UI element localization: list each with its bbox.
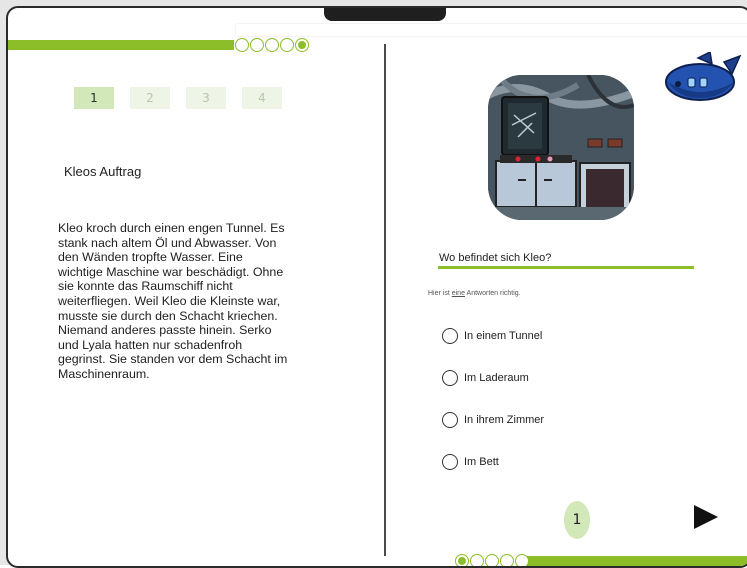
story-line: Maschinenraum.	[58, 366, 150, 381]
tab-page-2[interactable]: 2	[130, 87, 170, 109]
progress-dot	[251, 39, 263, 51]
radio-button[interactable]	[442, 370, 458, 386]
radio-button[interactable]	[442, 328, 458, 344]
story-line: gegrinst. Sie standen vor dem Schacht im	[58, 352, 288, 367]
page-tabs: 1 2 3 4	[74, 87, 282, 109]
panel-divider	[384, 44, 386, 556]
progress-dot	[266, 39, 278, 51]
story-line: Niemand anderes passte hinein. Serko	[58, 323, 272, 338]
story-line: weiterfliegen. Weil Kleo die Kleinste wa…	[58, 293, 281, 308]
answer-label: Im Laderaum	[464, 372, 529, 384]
engine-room-illustration	[488, 75, 634, 220]
question-underline	[438, 266, 694, 269]
hint-text-end: Antworten richtig.	[464, 290, 521, 297]
tab-page-3[interactable]: 3	[186, 87, 226, 109]
page-number-badge: 1	[564, 501, 590, 539]
answer-label: Im Bett	[464, 456, 499, 468]
progress-dot	[281, 39, 293, 51]
play-triangle-icon[interactable]	[694, 505, 718, 529]
answer-label: In einem Tunnel	[464, 330, 543, 342]
progress-dot	[236, 39, 248, 51]
hint-text: Hier ist	[428, 290, 452, 297]
story-line: musste sie durch den Schacht kriechen.	[58, 308, 278, 323]
bottom-progress-dots	[456, 555, 528, 566]
story-line: den Wänden tropfte Wasser. Eine	[58, 250, 243, 265]
answer-label: In ihrem Zimmer	[464, 414, 545, 426]
answer-hint: Hier ist eine Antworten richtig.	[428, 290, 521, 297]
progress-dot	[456, 555, 468, 566]
tab-page-1[interactable]: 1	[74, 87, 114, 109]
hint-emphasis: eine	[451, 290, 465, 297]
progress-dot	[471, 555, 483, 566]
story-line: stank nach altem Öl und Abwasser. Von	[58, 235, 277, 250]
answer-option-2[interactable]: Im Laderaum	[442, 370, 529, 386]
engine-room-image	[488, 75, 634, 220]
device-notch	[324, 8, 446, 21]
top-progress-bar	[8, 40, 234, 50]
top-strip	[236, 24, 747, 36]
story-line: sie konnte das Raumschiff nicht	[58, 279, 233, 294]
answer-option-4[interactable]: Im Bett	[442, 454, 499, 470]
spaceship-icon	[662, 50, 742, 104]
story-line: Kleo kroch durch einen engen Tunnel. Es	[58, 221, 285, 235]
story-title: Kleos Auftrag	[64, 164, 142, 179]
progress-dot	[296, 39, 308, 51]
top-progress-dots	[236, 39, 308, 51]
tab-page-4[interactable]: 4	[242, 87, 282, 109]
radio-button[interactable]	[442, 454, 458, 470]
progress-dot	[516, 555, 528, 566]
answer-option-1[interactable]: In einem Tunnel	[442, 328, 542, 344]
radio-button[interactable]	[442, 412, 458, 428]
story-line: und Lyala hatten nur schadenfroh	[58, 337, 243, 352]
tablet-screen: 1 2 3 4 Kleos Auftrag Kleo kroch durch e…	[6, 6, 747, 568]
story-line: wichtige Maschine war beschädigt. Ohne	[58, 264, 284, 279]
question-text: Wo befindet sich Kleo?	[439, 252, 552, 264]
progress-dot	[486, 555, 498, 566]
story-text: Kleo kroch durch einen engen Tunnel. Es …	[58, 221, 308, 382]
answer-option-3[interactable]: In ihrem Zimmer	[442, 412, 544, 428]
progress-dot	[501, 555, 513, 566]
app-frame: 1 2 3 4 Kleos Auftrag Kleo kroch durch e…	[0, 0, 747, 568]
